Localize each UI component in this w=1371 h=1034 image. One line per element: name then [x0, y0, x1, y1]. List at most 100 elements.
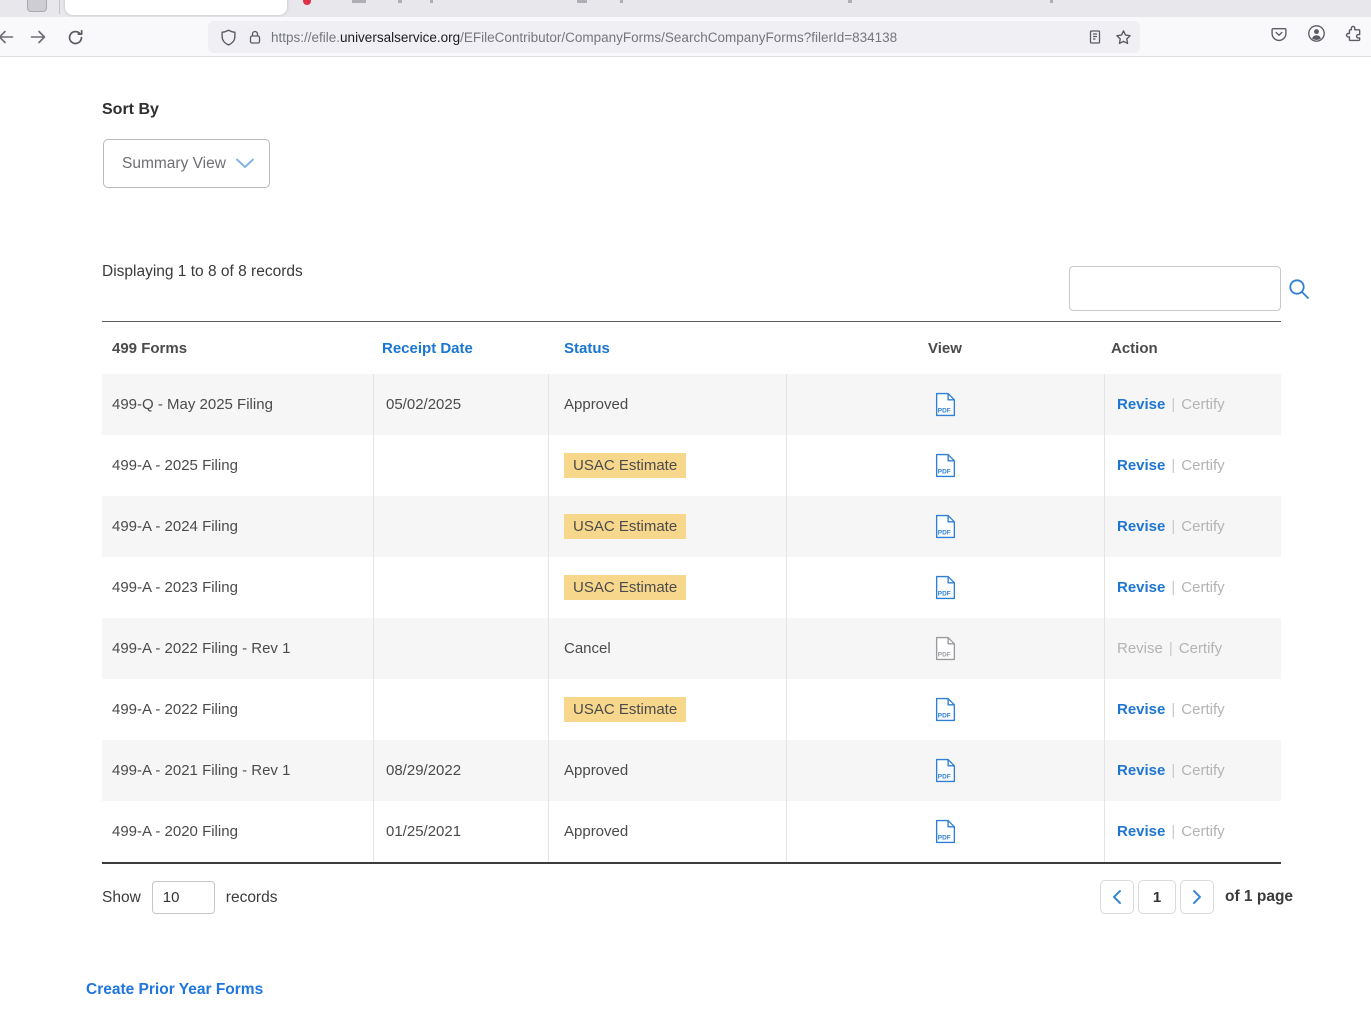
current-page[interactable]: 1 — [1138, 880, 1176, 914]
pdf-icon[interactable]: PDF — [935, 575, 956, 600]
action-separator: | — [1171, 396, 1175, 413]
pdf-icon[interactable]: PDF — [935, 819, 956, 844]
table-row: 499-A - 2022 Filing - Rev 1 Cancel PDF R… — [102, 618, 1281, 679]
action-cell: Revise|Certify — [1104, 740, 1281, 801]
show-label: Show — [102, 889, 141, 907]
table-search-input[interactable] — [1070, 267, 1287, 310]
action-cell: Revise|Certify — [1104, 618, 1281, 679]
table-row: 499-A - 2024 Filing USAC Estimate PDF Re… — [102, 496, 1281, 557]
certify-link: Certify — [1181, 579, 1224, 596]
pocket-icon[interactable] — [1270, 25, 1288, 42]
lock-icon[interactable] — [247, 29, 263, 45]
form-name: 499-A - 2020 Filing — [102, 801, 373, 862]
back-arrow-icon — [0, 29, 14, 45]
shield-icon[interactable] — [220, 29, 237, 46]
certify-link: Certify — [1181, 762, 1224, 779]
url-text: https://efile.universalservice.org/EFile… — [271, 30, 1079, 45]
url-bar[interactable]: https://efile.universalservice.org/EFile… — [208, 21, 1140, 53]
form-name: 499-A - 2021 Filing - Rev 1 — [102, 740, 373, 801]
url-scheme: https://efile. — [271, 30, 340, 45]
tab-divider — [59, 0, 60, 14]
status-badge: USAC Estimate — [564, 514, 686, 539]
revise-link[interactable]: Revise — [1117, 701, 1165, 718]
form-name: 499-A - 2022 Filing — [102, 679, 373, 740]
table-row: 499-Q - May 2025 Filing 05/02/2025 Appro… — [102, 374, 1281, 435]
view-cell: PDF — [786, 557, 1104, 618]
svg-text:PDF: PDF — [938, 590, 951, 597]
revise-link[interactable]: Revise — [1117, 579, 1165, 596]
search-icon[interactable] — [1287, 277, 1311, 301]
svg-text:PDF: PDF — [938, 773, 951, 780]
receipt-date — [373, 557, 548, 618]
certify-link: Certify — [1181, 396, 1224, 413]
status-text: Approved — [564, 396, 628, 413]
extensions-puzzle-icon[interactable] — [1345, 25, 1362, 42]
receipt-date: 01/25/2021 — [373, 801, 548, 862]
revise-link[interactable]: Revise — [1117, 823, 1165, 840]
status-cell: USAC Estimate — [548, 496, 786, 557]
pdf-icon[interactable]: PDF — [935, 453, 956, 478]
revise-link[interactable]: Revise — [1117, 762, 1165, 779]
reload-button[interactable] — [61, 24, 89, 50]
account-icon[interactable] — [1307, 24, 1326, 43]
status-text: Cancel — [564, 640, 611, 657]
svg-text:PDF: PDF — [938, 712, 951, 719]
status-cell: Approved — [548, 740, 786, 801]
svg-text:PDF: PDF — [938, 468, 951, 475]
revise-link[interactable]: Revise — [1117, 396, 1165, 413]
chevron-down-icon — [235, 158, 255, 169]
status-badge: USAC Estimate — [564, 697, 686, 722]
certify-link: Certify — [1181, 457, 1224, 474]
records-label: records — [226, 889, 278, 907]
table-search — [1069, 266, 1281, 311]
action-cell: Revise | Certify — [1104, 557, 1281, 618]
browser-tab-strip — [0, 0, 1371, 17]
reader-view-icon[interactable] — [1087, 29, 1103, 45]
browser-toolbar: https://efile.universalservice.org/EFile… — [0, 17, 1371, 57]
active-tab[interactable] — [65, 0, 287, 15]
bookmark-star-icon[interactable] — [1115, 29, 1132, 46]
view-cell: PDF — [786, 435, 1104, 496]
pdf-icon[interactable]: PDF — [935, 392, 956, 417]
view-cell: PDF — [786, 618, 1104, 679]
forward-button[interactable] — [24, 24, 52, 50]
status-badge: USAC Estimate — [564, 575, 686, 600]
receipt-date — [373, 496, 548, 557]
header-status[interactable]: Status — [548, 340, 786, 357]
status-cell: USAC Estimate — [548, 557, 786, 618]
action-cell: Revise|Certify — [1104, 679, 1281, 740]
view-cell: PDF — [786, 801, 1104, 862]
pdf-icon[interactable]: PDF — [935, 758, 956, 783]
page-info: of 1 page — [1225, 888, 1293, 906]
revise-link[interactable]: Revise — [1117, 518, 1165, 535]
certify-link: Certify — [1181, 518, 1224, 535]
pdf-icon[interactable]: PDF — [935, 514, 956, 539]
create-prior-year-forms-link[interactable]: Create Prior Year Forms — [86, 981, 263, 999]
receipt-date: 05/02/2025 — [373, 374, 548, 435]
action-separator: | — [1169, 640, 1173, 657]
notification-dot-icon — [303, 0, 311, 5]
page-size-input[interactable] — [152, 881, 215, 914]
next-page-button[interactable] — [1180, 880, 1214, 914]
tab-text-fragment — [848, 0, 852, 3]
status-text: Approved — [564, 823, 628, 840]
action-cell: Revise | Certify — [1104, 374, 1281, 435]
revise-link[interactable]: Revise — [1117, 457, 1165, 474]
status-cell: Approved — [548, 801, 786, 862]
back-button[interactable] — [0, 24, 19, 50]
header-action: Action — [1104, 340, 1281, 357]
tab-text-fragment — [1050, 0, 1053, 3]
sort-view-dropdown[interactable]: Summary View — [103, 139, 270, 188]
forward-arrow-icon — [30, 29, 47, 45]
pdf-icon[interactable]: PDF — [935, 697, 956, 722]
pagination: 1 of 1 page — [1100, 880, 1293, 914]
pdf-icon[interactable]: PDF — [935, 636, 956, 661]
prev-page-button[interactable] — [1100, 880, 1134, 914]
action-separator: | — [1171, 579, 1175, 596]
form-name: 499-A - 2023 Filing — [102, 557, 373, 618]
certify-link: Certify — [1179, 640, 1222, 657]
tab-text-fragment — [620, 0, 623, 3]
header-receipt-date[interactable]: Receipt Date — [373, 340, 548, 357]
tab-list-icon[interactable] — [27, 0, 47, 12]
header-view: View — [786, 340, 1104, 357]
